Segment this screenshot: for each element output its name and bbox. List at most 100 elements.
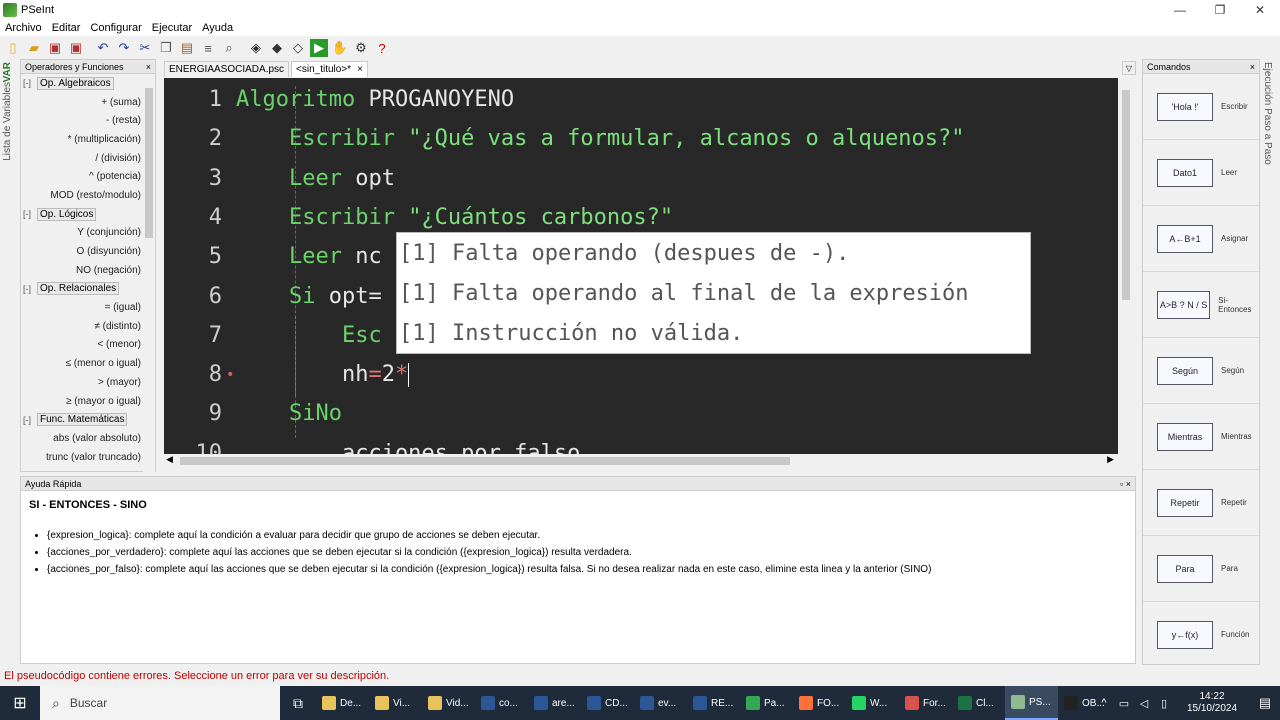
debug-icon[interactable]: ⚙ — [352, 39, 370, 57]
command-repetir[interactable]: Repetir Repetir — [1143, 470, 1259, 536]
cut-icon[interactable]: ✂ — [136, 39, 154, 57]
network-icon[interactable]: ▭ — [1114, 697, 1134, 710]
command-escribir[interactable]: 'Hola !' Escribir — [1143, 74, 1259, 140]
windows-start-icon[interactable]: ⊞ — [0, 686, 40, 720]
ops-item[interactable]: * (multiplicación) — [21, 130, 155, 149]
code-line[interactable]: 1 Algoritmo PROGANOYENO — [164, 80, 1118, 119]
ops-category[interactable]: [-] Func. Matemáticas — [21, 410, 155, 429]
taskbar-app-button[interactable]: CD... — [581, 686, 634, 720]
collapse-toggle[interactable]: [-] — [23, 209, 37, 219]
ops-item[interactable]: + (suma) — [21, 93, 155, 112]
volume-icon[interactable]: ◁ — [1134, 697, 1154, 710]
code-line[interactable]: 3 Leer opt — [164, 159, 1118, 198]
notifications-icon[interactable]: ▤ — [1250, 695, 1280, 711]
save-icon[interactable]: ▣ — [46, 39, 64, 57]
redo-icon[interactable]: ↷ — [115, 39, 133, 57]
taskbar-app-button[interactable]: are... — [528, 686, 581, 720]
ops-item[interactable]: = (igual) — [21, 298, 155, 317]
taskbar-app-button[interactable]: Vi... — [369, 686, 422, 720]
code-line[interactable]: 2 Escribir "¿Qué vas a formular, alcanos… — [164, 119, 1118, 158]
command-según[interactable]: Según Según — [1143, 338, 1259, 404]
quick-help-controls[interactable]: ▫ × — [1120, 479, 1131, 489]
command-si-entonces[interactable]: A>B ? N / S Si-Entonces — [1143, 272, 1259, 338]
scroll-thumb[interactable] — [1122, 90, 1130, 300]
taskbar-app-button[interactable]: Cl... — [952, 686, 1005, 720]
ops-item[interactable]: abs (valor absoluto) — [21, 429, 155, 448]
clock[interactable]: 14:22 15/10/2024 — [1174, 691, 1250, 715]
ops-item[interactable]: NO (negación) — [21, 261, 155, 280]
open-icon[interactable]: ▰ — [25, 39, 43, 57]
code-line[interactable]: 10 acciones_por_falso — [164, 434, 1118, 454]
error-message[interactable]: [1] Falta operando al final de la expres… — [397, 273, 1030, 313]
undo-icon[interactable]: ↶ — [94, 39, 112, 57]
minimize-button[interactable]: — — [1160, 0, 1200, 20]
ops-item[interactable]: ≥ (mayor o igual) — [21, 392, 155, 411]
step-by-step-tab[interactable]: Ejecución Paso a Paso — [1262, 62, 1278, 222]
commands-panel-close-icon[interactable]: × — [1250, 62, 1255, 72]
taskbar-app-button[interactable]: Pa... — [740, 686, 793, 720]
error-message[interactable]: [1] Falta operando (despues de -). — [397, 233, 1030, 273]
save-as-icon[interactable]: ▣ — [67, 39, 85, 57]
status-message[interactable]: El pseudocódigo contiene errores. Selecc… — [4, 670, 389, 682]
step-icon[interactable]: ◆ — [268, 39, 286, 57]
editor-vertical-scrollbar[interactable] — [1118, 78, 1134, 454]
run-icon[interactable]: ▶ — [310, 39, 328, 57]
error-tooltip[interactable]: [1] Falta operando (despues de -). [1] F… — [396, 232, 1031, 354]
ops-item[interactable]: < (menor) — [21, 336, 155, 355]
diagram-icon[interactable]: ◈ — [247, 39, 265, 57]
taskbar-app-button[interactable]: co... — [475, 686, 528, 720]
taskbar-app-button[interactable]: RE... — [687, 686, 740, 720]
operators-panel-close-icon[interactable]: × — [146, 62, 151, 72]
variables-list-tab[interactable]: VAR Lista de Variables — [2, 62, 18, 212]
taskbar-app-button[interactable]: De... — [316, 686, 369, 720]
menu-ejecutar[interactable]: Ejecutar — [152, 22, 192, 34]
menu-configurar[interactable]: Configurar — [90, 22, 141, 34]
ops-item[interactable]: O (disyunción) — [21, 242, 155, 261]
command-para[interactable]: Para Para — [1143, 536, 1259, 602]
indent-icon[interactable]: ≡ — [199, 39, 217, 57]
menu-ayuda[interactable]: Ayuda — [202, 22, 233, 34]
editor-horizontal-scrollbar[interactable]: ◀ ▶ — [164, 454, 1118, 468]
error-message[interactable]: [1] Instrucción no válida. — [397, 313, 1030, 353]
tab-sin-titulo[interactable]: <sin_titulo>* × — [291, 61, 368, 77]
close-button[interactable]: ✕ — [1240, 0, 1280, 20]
paste-icon[interactable]: ▤ — [178, 39, 196, 57]
scroll-thumb[interactable] — [180, 457, 790, 465]
task-view-icon[interactable]: ⧉ — [280, 695, 316, 712]
taskbar-app-button[interactable]: ev... — [634, 686, 687, 720]
ops-category[interactable]: [-] Op. Lógicos — [21, 205, 155, 224]
help-icon[interactable]: ? — [373, 39, 391, 57]
battery-icon[interactable]: ▯ — [1154, 697, 1174, 710]
pause-icon[interactable]: ✋ — [331, 39, 349, 57]
scroll-right-icon[interactable]: ▶ — [1107, 454, 1114, 465]
ops-item[interactable]: ^ (potencia) — [21, 167, 155, 186]
maximize-button[interactable]: ❐ — [1200, 0, 1240, 20]
ops-item[interactable]: / (división) — [21, 149, 155, 168]
copy-icon[interactable]: ❐ — [157, 39, 175, 57]
menu-editar[interactable]: Editar — [52, 22, 81, 34]
new-file-icon[interactable]: ▯ — [4, 39, 22, 57]
chevron-up-icon[interactable]: ^ — [1094, 697, 1114, 709]
command-función[interactable]: y←f(x) Función — [1143, 602, 1259, 668]
taskbar-search[interactable]: ⌕ Buscar — [40, 686, 280, 720]
taskbar-app-button[interactable]: Vid... — [422, 686, 475, 720]
find-icon[interactable]: ⌕ — [220, 39, 238, 57]
command-leer[interactable]: Dato1 Leer — [1143, 140, 1259, 206]
ops-item[interactable]: ≠ (distinto) — [21, 317, 155, 336]
command-asignar[interactable]: A←B+1 Asignar — [1143, 206, 1259, 272]
collapse-toggle[interactable]: [-] — [23, 284, 37, 294]
taskbar-app-button[interactable]: PS... — [1005, 686, 1058, 720]
operators-scrollbar[interactable] — [143, 74, 155, 472]
code-line[interactable]: 8 nh = 2 * • — [164, 355, 1118, 394]
ops-item[interactable]: Y (conjunción) — [21, 224, 155, 243]
collapse-toggle[interactable]: [-] — [23, 415, 37, 425]
scroll-thumb[interactable] — [145, 88, 153, 238]
command-mientras[interactable]: Mientras Mientras — [1143, 404, 1259, 470]
ops-category[interactable]: [-] Op. Relacionales — [21, 280, 155, 299]
ops-item[interactable]: > (mayor) — [21, 373, 155, 392]
taskbar-app-button[interactable]: W... — [846, 686, 899, 720]
ops-item[interactable]: MOD (resto/modulo) — [21, 186, 155, 205]
code-line[interactable]: 9 SiNo — [164, 394, 1118, 433]
ops-item[interactable]: - (resta) — [21, 111, 155, 130]
tab-close-icon[interactable]: × — [357, 64, 363, 75]
